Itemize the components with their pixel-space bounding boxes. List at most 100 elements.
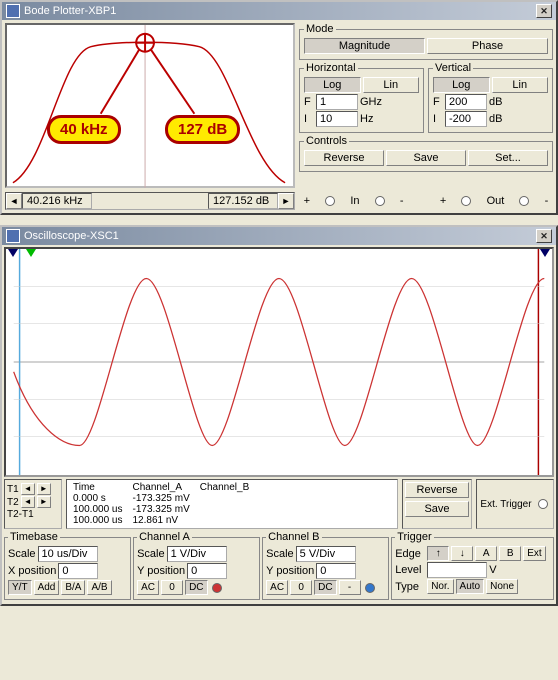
bode-mode-legend: Mode xyxy=(304,23,336,35)
chb-terminal[interactable] xyxy=(365,583,375,593)
timebase-legend: Timebase xyxy=(8,531,60,543)
tb-scale-input[interactable] xyxy=(38,546,98,562)
t1-left[interactable]: ◄ xyxy=(21,483,35,495)
hdr-chb: Channel_B xyxy=(200,482,259,493)
chb-ac-button[interactable]: AC xyxy=(266,580,288,595)
bode-status-gain: 127.152 dB xyxy=(208,193,278,209)
scope-titlebar[interactable]: Oscilloscope-XSC1 ✕ xyxy=(2,227,556,245)
scroll-right-button[interactable]: ► xyxy=(278,193,294,209)
trg-level-input[interactable] xyxy=(427,562,487,578)
trg-rise-button[interactable]: ↑ xyxy=(427,546,449,561)
cha-scale-input[interactable] xyxy=(167,546,227,562)
bode-scrollbar[interactable]: ◄ 40.216 kHz 127.152 dB ► xyxy=(5,192,295,210)
cha-terminal[interactable] xyxy=(212,583,222,593)
cha-0-button[interactable]: 0 xyxy=(161,580,183,595)
phase-button[interactable]: Phase xyxy=(427,38,548,54)
trg-level-unit: V xyxy=(489,564,496,576)
out-minus-terminal[interactable] xyxy=(519,196,529,206)
out-plus-terminal[interactable] xyxy=(461,196,471,206)
bode-save-button[interactable]: Save xyxy=(386,150,466,166)
scroll-left-button[interactable]: ◄ xyxy=(6,193,22,209)
trg-edge-lbl: Edge xyxy=(395,548,425,560)
cursor-readout-table: Time Channel_A Channel_B 0.000 s -173.32… xyxy=(66,479,398,529)
ext-trigger-label: Ext. Trigger xyxy=(480,499,531,510)
h-f-input[interactable] xyxy=(316,94,358,110)
cha-ypos-lbl: Y position xyxy=(137,565,185,577)
h-log-button[interactable]: Log xyxy=(304,77,361,93)
bode-sysicon xyxy=(6,4,20,18)
t2-right[interactable]: ► xyxy=(37,496,51,508)
trg-a-button[interactable]: A xyxy=(475,546,497,561)
scope-window: Oscilloscope-XSC1 ✕ T1 ◄ ► T2 ◄ ► xyxy=(0,225,558,606)
trg-fall-button[interactable]: ↓ xyxy=(451,546,473,561)
io-in-label: In xyxy=(350,195,359,207)
trg-ext-button[interactable]: Ext xyxy=(523,546,545,561)
v-i-input[interactable] xyxy=(445,111,487,127)
trg-b-button[interactable]: B xyxy=(499,546,521,561)
h-f-unit: GHz xyxy=(360,96,382,108)
h-i-input[interactable] xyxy=(316,111,358,127)
t2-left[interactable]: ◄ xyxy=(21,496,35,508)
tb-ba-button[interactable]: B/A xyxy=(61,580,85,595)
bode-window: Bode Plotter-XBP1 ✕ 40 kHz 127 dB xyxy=(0,0,558,215)
trigger-group: Trigger Edge ↑ ↓ A B Ext Level V Type No… xyxy=(391,531,554,600)
tb-add-button[interactable]: Add xyxy=(34,580,60,595)
in-minus-terminal[interactable] xyxy=(375,196,385,206)
trg-auto-button[interactable]: Auto xyxy=(456,579,485,594)
t2-label: T2 xyxy=(7,497,19,508)
bode-controls-group: Controls Reverse Save Set... xyxy=(299,135,553,172)
t1-label: T1 xyxy=(7,484,19,495)
tb-xpos-input[interactable] xyxy=(58,563,98,579)
h-i-unit: Hz xyxy=(360,113,382,125)
scope-title: Oscilloscope-XSC1 xyxy=(24,230,119,242)
in-plus-terminal[interactable] xyxy=(325,196,335,206)
trg-nor-button[interactable]: Nor. xyxy=(427,579,453,594)
v-f-unit: dB xyxy=(489,96,507,108)
magnitude-button[interactable]: Magnitude xyxy=(304,38,425,54)
bode-status-freq: 40.216 kHz xyxy=(22,193,92,209)
t2t1-label: T2-T1 xyxy=(7,509,34,520)
cha-ypos-input[interactable] xyxy=(187,563,227,579)
tb-xpos-lbl: X position xyxy=(8,565,56,577)
scope-action-buttons: Reverse Save xyxy=(402,479,472,529)
trg-none-button[interactable]: None xyxy=(486,579,518,594)
io-minus-in: - xyxy=(400,195,404,207)
chb-ypos-input[interactable] xyxy=(316,563,356,579)
channel-a-group: Channel A Scale Y position AC 0 DC xyxy=(133,531,260,600)
r1-time: 0.000 s xyxy=(73,493,133,504)
scope-close-button[interactable]: ✕ xyxy=(536,229,552,243)
bode-titlebar[interactable]: Bode Plotter-XBP1 ✕ xyxy=(2,2,556,20)
scope-screen[interactable] xyxy=(4,247,554,477)
chb-scale-input[interactable] xyxy=(296,546,356,562)
h-i-label: I xyxy=(304,113,314,125)
chb-ypos-lbl: Y position xyxy=(266,565,314,577)
io-plus-out: + xyxy=(440,195,446,207)
ext-trigger-box: Ext. Trigger xyxy=(476,479,554,529)
v-log-button[interactable]: Log xyxy=(433,77,490,93)
io-minus-out: - xyxy=(545,195,549,207)
scope-waveform xyxy=(6,249,552,475)
chb-minus-button[interactable]: - xyxy=(339,580,361,595)
bode-plot[interactable]: 40 kHz 127 dB xyxy=(5,23,295,188)
scope-reverse-button[interactable]: Reverse xyxy=(405,482,469,498)
bode-reverse-button[interactable]: Reverse xyxy=(304,150,384,166)
ext-trigger-terminal[interactable] xyxy=(538,499,548,509)
chb-0-button[interactable]: 0 xyxy=(290,580,312,595)
chb-scale-lbl: Scale xyxy=(266,548,294,560)
v-f-label: F xyxy=(433,96,443,108)
cha-dc-button[interactable]: DC xyxy=(185,580,207,595)
v-lin-button[interactable]: Lin xyxy=(492,77,549,93)
trigger-legend: Trigger xyxy=(395,531,433,543)
h-lin-button[interactable]: Lin xyxy=(363,77,420,93)
scope-save-button[interactable]: Save xyxy=(405,501,469,517)
bode-close-button[interactable]: ✕ xyxy=(536,4,552,18)
bode-set-button[interactable]: Set... xyxy=(468,150,548,166)
chb-dc-button[interactable]: DC xyxy=(314,580,336,595)
tb-yt-button[interactable]: Y/T xyxy=(8,580,32,595)
t1-right[interactable]: ► xyxy=(37,483,51,495)
bode-controls-legend: Controls xyxy=(304,135,349,147)
hdr-time: Time xyxy=(73,482,133,493)
tb-ab-button[interactable]: A/B xyxy=(87,580,111,595)
cha-ac-button[interactable]: AC xyxy=(137,580,159,595)
v-f-input[interactable] xyxy=(445,94,487,110)
